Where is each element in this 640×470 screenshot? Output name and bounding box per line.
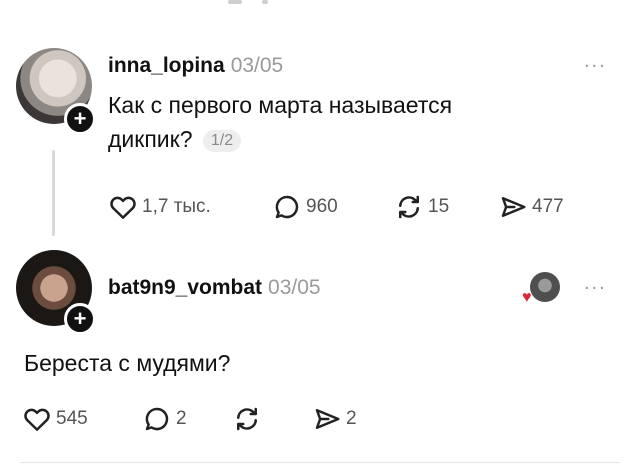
post-date: 03/05 <box>268 276 321 299</box>
post-actions: 545 2 2 <box>22 404 422 434</box>
comment-button[interactable]: 2 <box>142 404 187 434</box>
share-icon <box>315 409 340 429</box>
comment-bubble-icon <box>145 407 169 431</box>
share-button[interactable]: 2 <box>312 404 357 434</box>
username-text[interactable]: bat9n9_vombat <box>108 276 262 299</box>
post-text: Береста с мудями? <box>24 350 231 376</box>
post-bat9n9-vombat: + bat9n9_vombat 03/05 ♥ ... Береста с муд… <box>0 0 640 470</box>
repost-icon <box>237 407 257 431</box>
like-button[interactable]: 545 <box>22 404 88 434</box>
like-count: 545 <box>56 408 88 429</box>
liked-heart-icon: ♥ <box>522 289 532 306</box>
liked-by-author-avatar <box>530 272 560 302</box>
repost-button[interactable] <box>232 404 266 434</box>
post-divider <box>20 462 620 463</box>
heart-icon <box>24 408 50 431</box>
username[interactable]: bat9n9_vombat 03/05 <box>108 276 321 300</box>
comment-count: 2 <box>176 408 187 429</box>
more-options-icon[interactable]: ... <box>584 272 607 295</box>
share-count: 2 <box>346 408 357 429</box>
follow-plus-icon[interactable]: + <box>64 303 96 335</box>
